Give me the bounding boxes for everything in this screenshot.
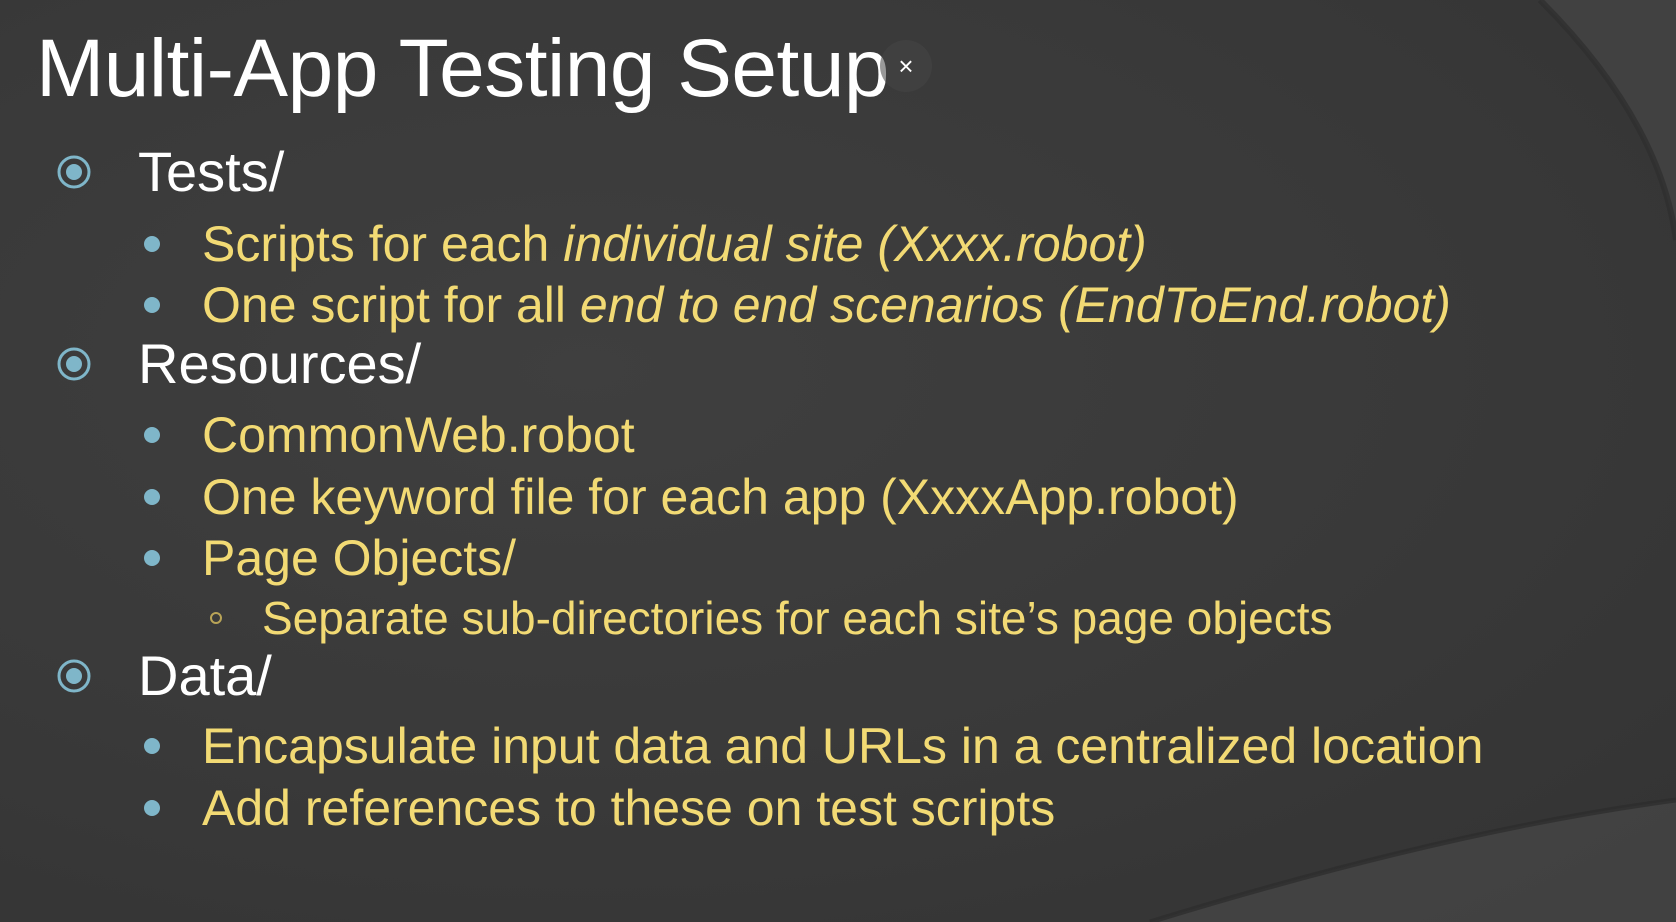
filled-dot-icon: [144, 236, 160, 252]
sub-list-item-text: Separate sub-directories for each site’s…: [262, 592, 1333, 644]
bullet-list: Tests/ Scripts for each individual site …: [0, 0, 1676, 922]
section-heading: Data/: [138, 644, 272, 707]
list-item-text: One script for all end to end scenarios …: [202, 277, 1451, 333]
list-item-text: CommonWeb.robot: [202, 407, 635, 463]
filled-dot-icon: [144, 427, 160, 443]
section-heading: Resources/: [138, 332, 422, 395]
list-item-text: Scripts for each individual site (Xxxx.r…: [202, 216, 1147, 272]
concentric-circle-icon: [57, 155, 91, 189]
concentric-circle-icon: [57, 659, 91, 693]
hollow-circle-icon: [210, 612, 222, 624]
filled-dot-icon: [144, 489, 160, 505]
list-item-text: Page Objects/: [202, 530, 517, 586]
list-item-text: Encapsulate input data and URLs in a cen…: [202, 718, 1484, 774]
concentric-circle-icon: [57, 347, 91, 381]
list-item-text: One keyword file for each app (XxxxApp.r…: [202, 469, 1239, 525]
section-heading: Tests/: [138, 140, 285, 203]
filled-dot-icon: [144, 738, 160, 754]
presentation-slide: Multi-App Testing Setup × Tests/ Scripts…: [0, 0, 1676, 922]
list-item-text: Add references to these on test scripts: [202, 780, 1056, 836]
filled-dot-icon: [144, 297, 160, 313]
filled-dot-icon: [144, 550, 160, 566]
filled-dot-icon: [144, 800, 160, 816]
